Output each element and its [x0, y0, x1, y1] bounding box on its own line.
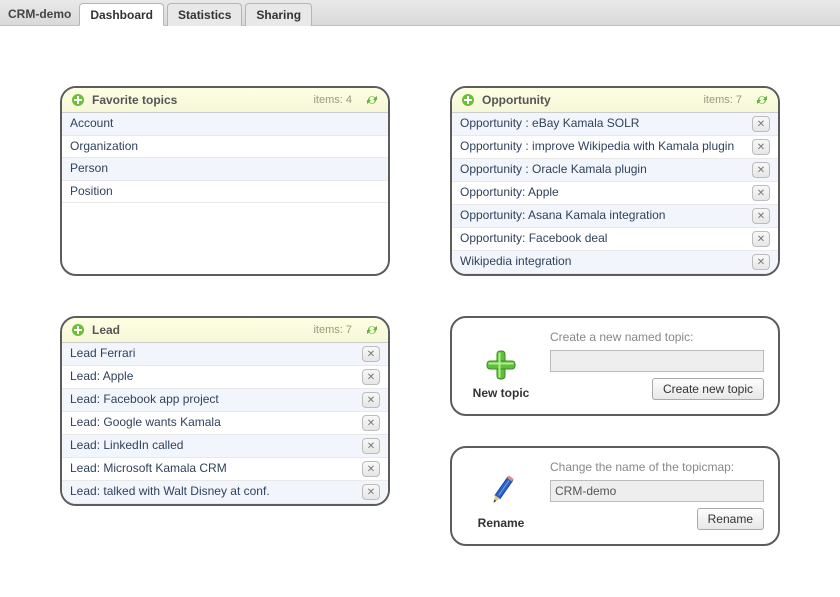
list-item-label: Opportunity: Apple: [460, 185, 748, 201]
plus-icon: [484, 348, 518, 382]
list-item-label: Organization: [70, 139, 380, 155]
tab-statistics[interactable]: Statistics: [167, 3, 242, 26]
rename-input[interactable]: [550, 480, 764, 502]
rename-icon-col: Rename: [466, 460, 536, 530]
list-item[interactable]: Person: [62, 158, 388, 181]
panel-title: Opportunity: [482, 93, 551, 107]
panel-opportunity: Opportunity items: 7 Opportunity : eBay …: [450, 86, 780, 276]
list-item-label: Lead Ferrari: [70, 346, 358, 362]
list-item[interactable]: Position: [62, 181, 388, 204]
panel-rename: Rename Change the name of the topicmap: …: [450, 446, 780, 546]
action-column: New topic Create a new named topic: Crea…: [450, 316, 780, 546]
list-item-label: Person: [70, 161, 380, 177]
app-title: CRM-demo: [4, 7, 79, 25]
panel-rows: Lead Ferrari✕ Lead: Apple✕ Lead: Faceboo…: [62, 343, 388, 504]
list-item[interactable]: Opportunity: Facebook deal✕: [452, 228, 778, 251]
tab-dashboard[interactable]: Dashboard: [79, 3, 164, 26]
list-item[interactable]: Lead: Microsoft Kamala CRM✕: [62, 458, 388, 481]
list-item-label: Opportunity: Asana Kamala integration: [460, 208, 748, 224]
panel-new-topic: New topic Create a new named topic: Crea…: [450, 316, 780, 416]
delete-icon[interactable]: ✕: [752, 254, 770, 270]
list-item[interactable]: Opportunity: Asana Kamala integration✕: [452, 205, 778, 228]
dashboard-content: Favorite topics items: 4 Account Organiz…: [0, 26, 840, 566]
create-new-topic-button[interactable]: Create new topic: [652, 378, 764, 400]
list-item[interactable]: Opportunity: Apple✕: [452, 182, 778, 205]
list-item-label: Lead: talked with Walt Disney at conf.: [70, 484, 358, 500]
new-topic-desc: Create a new named topic:: [550, 330, 764, 344]
delete-icon[interactable]: ✕: [362, 461, 380, 477]
add-icon[interactable]: [70, 322, 86, 338]
tab-sharing[interactable]: Sharing: [245, 3, 312, 26]
delete-icon[interactable]: ✕: [752, 116, 770, 132]
list-item-label: Lead: LinkedIn called: [70, 438, 358, 454]
list-item[interactable]: Organization: [62, 136, 388, 159]
list-item[interactable]: Opportunity : Oracle Kamala plugin✕: [452, 159, 778, 182]
delete-icon[interactable]: ✕: [362, 484, 380, 500]
rename-button[interactable]: Rename: [697, 508, 764, 530]
add-icon[interactable]: [460, 92, 476, 108]
list-item-label: Account: [70, 116, 380, 132]
list-item-label: Lead: Google wants Kamala: [70, 415, 358, 431]
list-item-label: Opportunity : Oracle Kamala plugin: [460, 162, 748, 178]
new-topic-input[interactable]: [550, 350, 764, 372]
delete-icon[interactable]: ✕: [362, 392, 380, 408]
list-item[interactable]: Lead: LinkedIn called✕: [62, 435, 388, 458]
delete-icon[interactable]: ✕: [752, 139, 770, 155]
list-item[interactable]: Wikipedia integration✕: [452, 251, 778, 274]
delete-icon[interactable]: ✕: [362, 438, 380, 454]
list-item[interactable]: Lead: Apple✕: [62, 366, 388, 389]
delete-icon[interactable]: ✕: [362, 415, 380, 431]
tab-label: Statistics: [178, 8, 231, 22]
panel-lead: Lead items: 7 Lead Ferrari✕ Lead: Apple✕…: [60, 316, 390, 506]
delete-icon[interactable]: ✕: [752, 231, 770, 247]
panel-rows: Opportunity : eBay Kamala SOLR✕ Opportun…: [452, 113, 778, 274]
pencil-icon: [484, 472, 518, 512]
panel-count: items: 4: [313, 94, 352, 106]
panel-count: items: 7: [703, 94, 742, 106]
list-item-label: Wikipedia integration: [460, 254, 748, 270]
panel-header: Opportunity items: 7: [452, 88, 778, 113]
panel-title: Lead: [92, 323, 120, 337]
delete-icon[interactable]: ✕: [752, 208, 770, 224]
delete-icon[interactable]: ✕: [362, 369, 380, 385]
list-item-label: Lead: Apple: [70, 369, 358, 385]
list-item-label: Opportunity : improve Wikipedia with Kam…: [460, 139, 748, 155]
list-item[interactable]: Opportunity : improve Wikipedia with Kam…: [452, 136, 778, 159]
panel-rows: Account Organization Person Position: [62, 113, 388, 203]
panel-favorite-topics: Favorite topics items: 4 Account Organiz…: [60, 86, 390, 276]
new-topic-icon-col: New topic: [466, 330, 536, 400]
panel-title: Favorite topics: [92, 93, 177, 107]
list-item[interactable]: Lead Ferrari✕: [62, 343, 388, 366]
list-item-label: Opportunity : eBay Kamala SOLR: [460, 116, 748, 132]
topbar: CRM-demo Dashboard Statistics Sharing: [0, 0, 840, 26]
panel-header: Lead items: 7: [62, 318, 388, 343]
new-topic-caption: New topic: [473, 386, 530, 400]
list-item[interactable]: Account: [62, 113, 388, 136]
panel-header: Favorite topics items: 4: [62, 88, 388, 113]
list-item-label: Lead: Facebook app project: [70, 392, 358, 408]
rename-caption: Rename: [478, 516, 525, 530]
delete-icon[interactable]: ✕: [752, 185, 770, 201]
panel-count: items: 7: [313, 324, 352, 336]
refresh-icon[interactable]: [364, 322, 380, 338]
list-item[interactable]: Lead: talked with Walt Disney at conf.✕: [62, 481, 388, 504]
refresh-icon[interactable]: [364, 92, 380, 108]
list-item-label: Opportunity: Facebook deal: [460, 231, 748, 247]
refresh-icon[interactable]: [754, 92, 770, 108]
delete-icon[interactable]: ✕: [362, 346, 380, 362]
list-item[interactable]: Opportunity : eBay Kamala SOLR✕: [452, 113, 778, 136]
tab-label: Dashboard: [90, 8, 153, 22]
delete-icon[interactable]: ✕: [752, 162, 770, 178]
list-item-label: Lead: Microsoft Kamala CRM: [70, 461, 358, 477]
add-icon[interactable]: [70, 92, 86, 108]
list-item-label: Position: [70, 184, 380, 200]
tab-label: Sharing: [256, 8, 301, 22]
list-item[interactable]: Lead: Facebook app project✕: [62, 389, 388, 412]
list-item[interactable]: Lead: Google wants Kamala✕: [62, 412, 388, 435]
rename-desc: Change the name of the topicmap:: [550, 460, 764, 474]
